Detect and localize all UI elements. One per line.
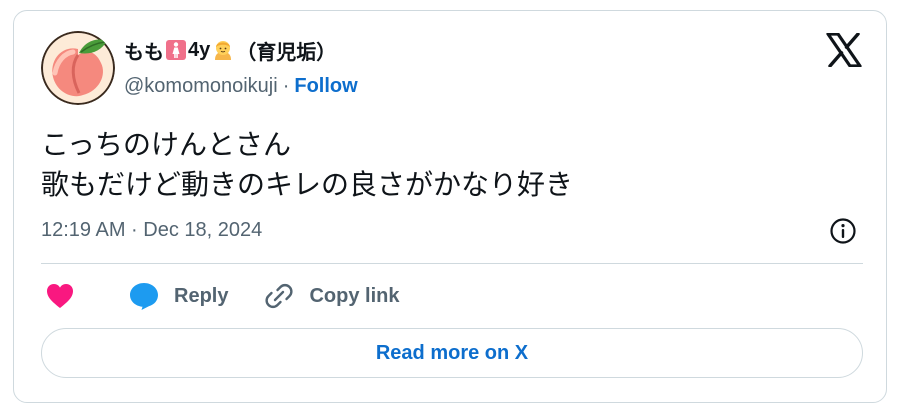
copy-link-button[interactable]: Copy link — [264, 281, 399, 311]
info-icon[interactable] — [829, 217, 857, 245]
link-icon — [265, 283, 294, 309]
divider — [41, 263, 863, 264]
like-button[interactable] — [45, 282, 75, 310]
read-more-button[interactable]: Read more on X — [41, 328, 863, 378]
reply-button[interactable]: Reply — [128, 281, 228, 311]
tweet-actions: Reply Copy link — [41, 279, 399, 313]
heart-icon — [47, 284, 73, 308]
x-logo-icon[interactable] — [826, 32, 862, 68]
reply-label: Reply — [174, 284, 229, 307]
tweet-line-1: こっちのけんとさん — [41, 128, 292, 161]
follow-link[interactable]: Follow — [294, 75, 357, 98]
avatar[interactable] — [41, 31, 115, 105]
girl-sign-icon — [165, 39, 187, 61]
reply-bubble-icon — [130, 283, 158, 310]
embedded-tweet-card: もも 4y （育児垢） @komomonoikuji · Follow こっちの… — [13, 10, 887, 403]
author-handle[interactable]: @komomonoikuji — [124, 75, 278, 98]
tweet-line-2: 歌もだけど動きのキレの良さがかなり好き — [41, 168, 574, 201]
author-handle-row: @komomonoikuji · Follow — [124, 75, 358, 98]
read-more-label: Read more on X — [375, 341, 529, 364]
author-name-suffix: （育児垢） — [236, 41, 337, 64]
author-name[interactable]: もも 4y （育児垢） — [124, 37, 337, 64]
tweet-timestamp[interactable]: 12:19 AM · Dec 18, 2024 — [41, 219, 262, 242]
tweet-text: こっちのけんとさん 歌もだけど動きのキレの良さがかなり好き — [41, 125, 573, 205]
copy-link-label: Copy link — [309, 284, 400, 307]
child-emoji-icon — [211, 38, 235, 62]
author-name-prefix: もも — [124, 41, 164, 64]
peach-icon — [41, 31, 115, 105]
author-name-age: 4y — [188, 38, 211, 61]
separator-dot: · — [282, 75, 290, 97]
